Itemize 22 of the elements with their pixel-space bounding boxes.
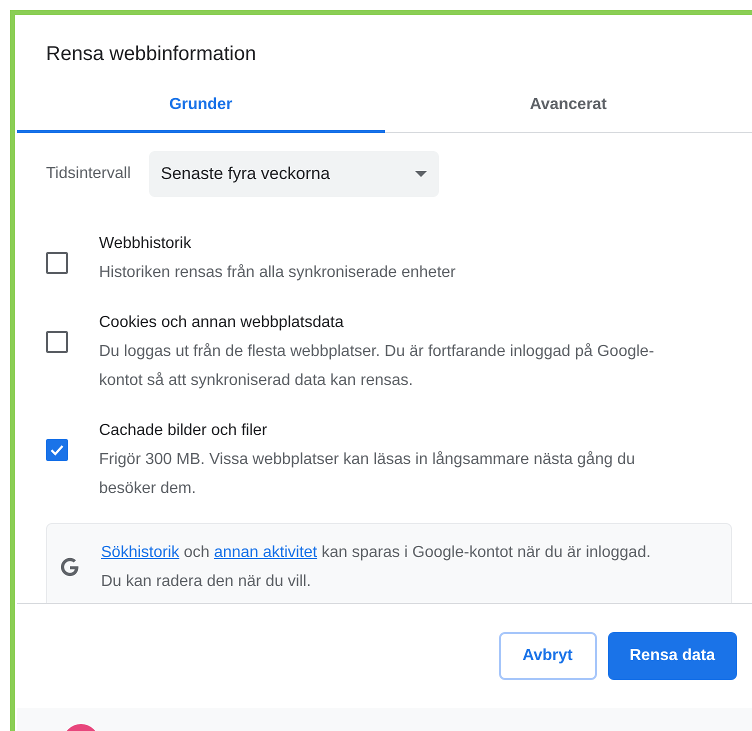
time-range-label: Tidsintervall bbox=[46, 165, 131, 183]
checkbox[interactable] bbox=[46, 331, 68, 353]
time-range-dropdown[interactable]: Senaste fyra veckorna bbox=[148, 151, 439, 197]
checkbox[interactable] bbox=[46, 252, 68, 274]
caret-icon bbox=[414, 171, 427, 177]
option-description: Du loggas ut från de flesta webbplatser. Du är fortfarande inloggad på Google-kontot så att synkroniserad data kan rensas. bbox=[99, 342, 656, 391]
option-title: Webbhistorik bbox=[99, 234, 192, 254]
dialog-button[interactable]: Avbryt bbox=[498, 632, 597, 680]
option-title: Cachade bilder och filer bbox=[99, 421, 268, 441]
checkbox[interactable] bbox=[46, 439, 68, 461]
checkmark-icon bbox=[50, 444, 64, 456]
link[interactable]: annan aktivitet bbox=[214, 544, 318, 561]
info-text: Sökhistorik och annan aktivitet kan sparas i Google-kontot när du är inloggad. Du kan radera den när du vill. bbox=[101, 543, 652, 592]
link[interactable]: Sökhistorik bbox=[101, 544, 180, 561]
dialog-title: Rensa webbinformation bbox=[45, 42, 258, 67]
tab[interactable]: Avancerat bbox=[384, 79, 752, 133]
tab[interactable]: Grunder bbox=[17, 79, 384, 133]
dialog-button[interactable]: Rensa data bbox=[608, 632, 737, 680]
option-title: Cookies och annan webbplatsdata bbox=[99, 313, 345, 333]
option-description: Frigör 300 MB. Vissa webbplatser kan läsas in långsammare nästa gång du besöker dem. bbox=[99, 450, 636, 499]
option-description: Historiken rensas från alla synkroniserade enheter bbox=[99, 263, 456, 283]
google-g-icon bbox=[59, 556, 81, 578]
